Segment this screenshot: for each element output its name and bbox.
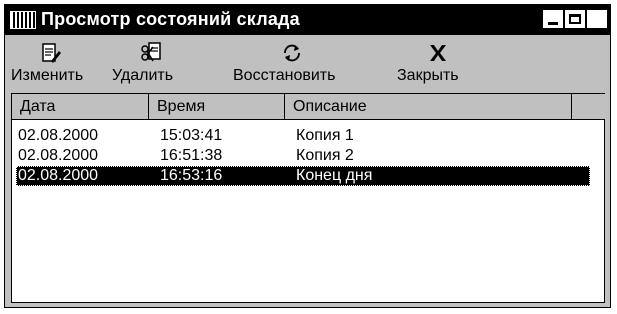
- column-header-filler: [572, 94, 605, 120]
- title-bar[interactable]: Просмотр состояний склада ✕: [5, 5, 610, 35]
- cell-date: 02.08.2000: [18, 167, 99, 184]
- cell-date: 02.08.2000: [18, 127, 99, 144]
- close-label: Закрыть: [397, 67, 459, 84]
- close-button[interactable]: Закрыть: [389, 35, 479, 89]
- table-row[interactable]: 02.08.2000 15:03:41 Копия 1: [16, 126, 590, 146]
- maximize-button[interactable]: [564, 9, 586, 29]
- cell-date: 02.08.2000: [18, 147, 99, 164]
- edit-button[interactable]: Изменить: [7, 35, 107, 89]
- minimize-icon: [548, 22, 558, 25]
- delete-document-icon: [141, 42, 161, 62]
- edit-label: Изменить: [11, 67, 84, 84]
- window-title: Просмотр состояний склада: [41, 9, 300, 29]
- warehouse-states-window: Просмотр состояний склада ✕ Изменить Уда…: [4, 4, 611, 308]
- cell-description: Конец дня: [296, 167, 373, 184]
- table-row[interactable]: 02.08.2000 16:51:38 Копия 2: [16, 146, 590, 166]
- cell-time: 16:51:38: [160, 147, 223, 164]
- minimize-button[interactable]: [542, 9, 564, 29]
- delete-label: Удалить: [112, 67, 174, 84]
- delete-button[interactable]: Удалить: [109, 35, 187, 89]
- cell-time: 16:53:16: [160, 167, 223, 184]
- edit-document-icon: [42, 43, 61, 63]
- maximize-icon: [569, 14, 581, 24]
- restore-label: Восстановить: [233, 67, 336, 84]
- column-header-time[interactable]: Время: [149, 94, 285, 120]
- column-header-date[interactable]: Дата: [12, 94, 149, 120]
- toolbar: Изменить Удалить Восстановить Закрыть: [5, 35, 610, 89]
- restore-button[interactable]: Восстановить: [233, 35, 351, 89]
- cell-description: Копия 1: [296, 127, 354, 144]
- restore-icon: [284, 44, 300, 62]
- app-icon: [10, 11, 36, 29]
- column-header-description[interactable]: Описание: [285, 94, 572, 120]
- close-window-button[interactable]: ✕: [586, 9, 608, 29]
- cell-time: 15:03:41: [160, 127, 223, 144]
- table-row-selected[interactable]: 02.08.2000 16:53:16 Конец дня: [16, 166, 590, 186]
- close-icon: ✕: [590, 10, 604, 27]
- states-list[interactable]: Дата Время Описание 02.08.2000 15:03:41 …: [11, 93, 605, 303]
- cell-description: Копия 2: [296, 147, 354, 164]
- close-x-icon: [430, 45, 446, 61]
